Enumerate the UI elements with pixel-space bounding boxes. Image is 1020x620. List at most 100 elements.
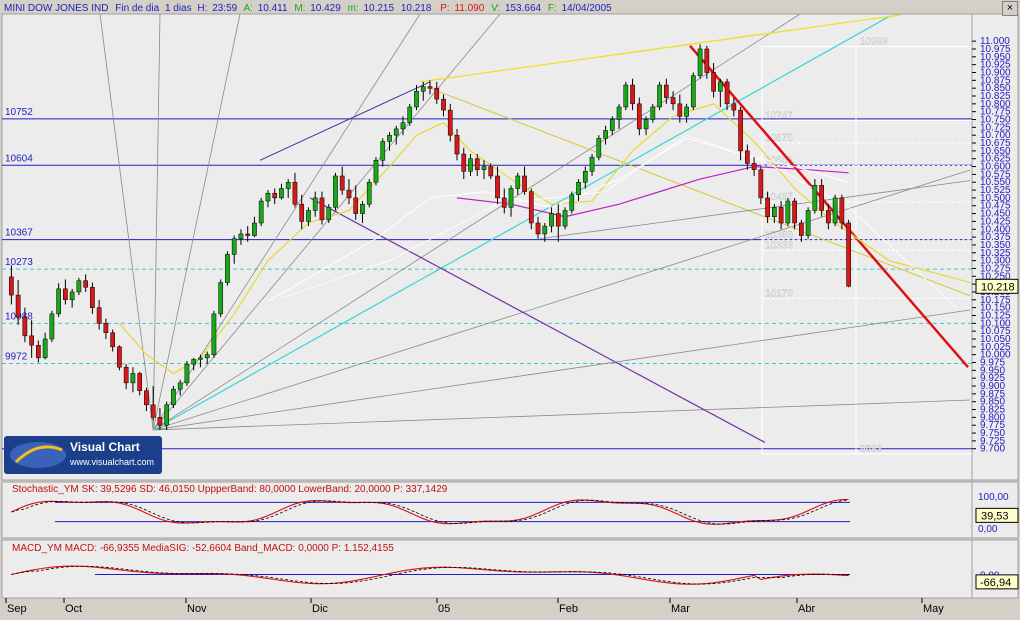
candle-down [555,213,561,227]
candle-up [582,171,588,183]
candle-up [69,291,75,301]
stoch-last-label: 39,53 [981,510,1009,522]
candle-down [677,103,683,117]
level-label-left: 10273 [5,257,33,268]
candle-down [474,158,480,170]
candle-up [772,207,777,217]
candle-up [265,192,271,202]
candle-up [380,141,386,161]
candle-down [272,192,278,199]
candle-down [36,345,41,359]
candle-up [785,200,791,224]
candle-up [684,106,689,117]
candle-down [758,169,764,199]
time-value: 23:59 [212,3,237,14]
candle-up [204,354,210,359]
open-value: 10.411 [258,3,288,14]
candle-up [177,382,183,390]
candle-up [184,363,190,384]
candle-up [562,210,568,227]
candle-down [150,404,156,418]
candle-up [508,188,514,208]
x-tick-label: Feb [559,603,578,615]
candle-up [258,200,264,224]
candle-down [117,346,122,368]
candle-down [454,134,460,155]
low-value: 10.215 [363,3,394,14]
candle-up [218,282,224,315]
visualchart-logo: Visual Chart www.visualchart.com [4,436,162,474]
close-value: 10.218 [401,3,432,14]
candle-down [745,150,750,164]
candle-down [765,197,770,217]
close-button[interactable]: × [1002,1,1018,16]
candle-down [724,81,730,105]
candle-up [407,106,413,123]
candle-up [805,210,811,236]
candle-up [360,203,365,214]
candle-up [400,122,406,130]
candle-down [792,200,797,224]
candle-up [616,106,622,120]
candle-up [306,210,311,222]
candle-down [22,316,28,337]
stoch-legend: Stochastic_YM SK: 39,5296 SD: 46,0150 Up… [12,484,448,495]
candle-down [751,163,757,170]
period-label: 1 dias [165,3,192,14]
candle-down [522,175,527,192]
level-label-left: 10604 [5,153,33,164]
candle-down [778,207,784,224]
candle-up [312,197,318,211]
candle-up [279,188,284,199]
candle-down [299,203,305,222]
candle-down [292,181,298,205]
candle-down [157,417,163,426]
logo-name: Visual Chart [70,440,140,454]
candle-up [326,207,332,221]
candle-up [285,181,291,189]
candle-up [231,238,237,255]
candle-down [819,185,824,211]
candle-up [650,106,656,120]
candle-up [333,175,338,208]
candle-up [164,404,170,426]
candle-down [110,332,115,348]
candle-down [9,276,14,296]
candle-up [657,84,662,108]
chart-window: MINI DOW JONES IND Fin de dia 1 dias H: … [0,0,1020,615]
candle-down [495,175,500,199]
candle-up [76,280,82,293]
candle-up [171,388,176,406]
candle-down [137,373,143,391]
candle-down [245,233,251,236]
x-tick-label: Mar [671,603,690,615]
candle-down [447,109,453,136]
x-tick-label: Oct [65,603,82,615]
level-label-left: 9972 [5,351,28,362]
candle-down [461,153,467,172]
candle-down [83,280,88,288]
stoch-y-tick: 100,00 [978,492,1009,503]
candle-down [663,84,669,98]
candle-down [339,175,345,191]
candle-down [29,335,34,346]
candle-down [636,103,642,130]
candle-up [481,166,487,170]
candle-down [63,288,68,301]
level-label-left: 10752 [5,107,33,118]
candle-up [623,84,629,108]
candle-down [535,222,541,235]
candle-up [515,175,521,189]
candle-down [103,323,109,333]
candle-down [670,97,676,105]
candle-down [427,86,433,89]
candle-up [690,75,696,108]
candle-down [434,87,440,100]
candle-up [42,338,48,359]
candle-up [603,130,608,139]
fibo-label: 10179 [765,289,793,300]
candle-up [812,185,818,211]
candle-up [414,91,419,108]
candle-up [697,48,703,76]
x-tick-label: Sep [7,603,27,615]
